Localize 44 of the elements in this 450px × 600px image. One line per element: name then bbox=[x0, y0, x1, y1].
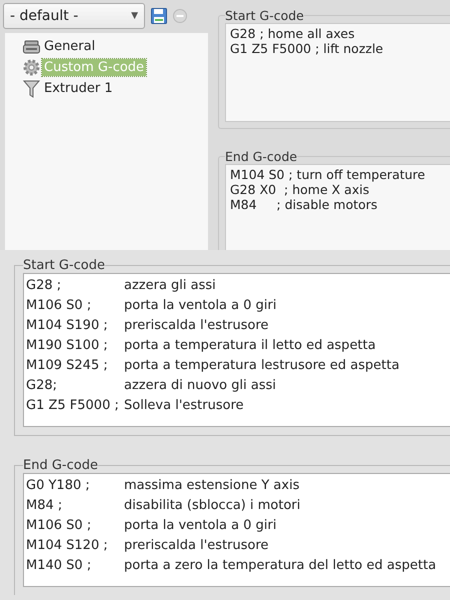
gcode-comment: preriscalda l'estrusore bbox=[124, 317, 269, 335]
section-legend: End G-code bbox=[23, 458, 98, 473]
gcode-command: M106 S0 ; bbox=[26, 517, 92, 535]
preset-dropdown[interactable]: - default - ▼ bbox=[3, 3, 145, 29]
gcode-comment: porta la ventola a 0 giri bbox=[124, 517, 276, 535]
gcode-field[interactable]: M104 S0 ; turn off temperature G28 X0 ; home X axis M84 ; disable motors bbox=[225, 164, 450, 250]
gcode-comment: preriscalda l'estrusore bbox=[124, 537, 269, 555]
printer-icon bbox=[23, 40, 40, 54]
gcode-command: M109 S245 ; bbox=[26, 357, 109, 375]
gcode-command: M104 S120 ; bbox=[26, 537, 109, 555]
gcode-command: G28; bbox=[26, 377, 58, 395]
gcode-command: M84 ; bbox=[26, 497, 64, 515]
tree-item[interactable]: Extruder 1 bbox=[42, 80, 115, 97]
gcode-field[interactable]: G28 ; home all axes G1 Z5 F5000 ; lift nozzle bbox=[225, 23, 450, 122]
gear-icon bbox=[23, 59, 40, 76]
gcode-command: G1 Z5 F5000 ; bbox=[26, 397, 120, 415]
code-line: G28 ; home all axes bbox=[230, 26, 356, 41]
code-line: G28 X0 ; home X axis bbox=[230, 182, 370, 197]
gcode-command: M140 S0 ; bbox=[26, 557, 92, 575]
gcode-command: G28 ; bbox=[26, 277, 62, 295]
gcode-comment: azzera gli assi bbox=[124, 277, 216, 295]
gcode-command: M104 S190 ; bbox=[26, 317, 109, 335]
gcode-field[interactable] bbox=[23, 473, 450, 587]
gcode-comment: azzera di nuovo gli assi bbox=[124, 377, 276, 395]
gcode-comment: porta a zero la temperatura del letto ed aspetta bbox=[124, 557, 436, 575]
gcode-command: M106 S0 ; bbox=[26, 297, 92, 315]
code-line: M104 S0 ; turn off temperature bbox=[230, 167, 426, 182]
gcode-command: G0 Y180 ; bbox=[26, 477, 91, 495]
code-line: M84 ; disable motors bbox=[230, 197, 378, 212]
gcode-comment: porta la ventola a 0 giri bbox=[124, 297, 276, 315]
gcode-comment: Solleva l'estrusore bbox=[124, 397, 244, 415]
gcode-command: M190 S100 ; bbox=[26, 337, 109, 355]
gcode-comment: porta a temperatura lestrusore ed aspetta bbox=[124, 357, 400, 375]
gcode-comment: porta a temperatura il letto ed aspetta bbox=[124, 337, 376, 355]
save-icon[interactable] bbox=[151, 8, 167, 24]
gcode-comment: disabilita (sblocca) i motori bbox=[124, 497, 300, 515]
gcode-comment: massima estensione Y axis bbox=[124, 477, 300, 495]
section-legend: Start G-code bbox=[23, 258, 106, 273]
code-line: G1 Z5 F5000 ; lift nozzle bbox=[230, 41, 384, 56]
funnel-icon bbox=[23, 80, 40, 98]
gcode-field[interactable] bbox=[23, 273, 450, 427]
section-legend: Start G-code bbox=[225, 8, 304, 23]
tree-item[interactable]: General bbox=[42, 38, 98, 55]
section-legend: End G-code bbox=[225, 149, 298, 164]
